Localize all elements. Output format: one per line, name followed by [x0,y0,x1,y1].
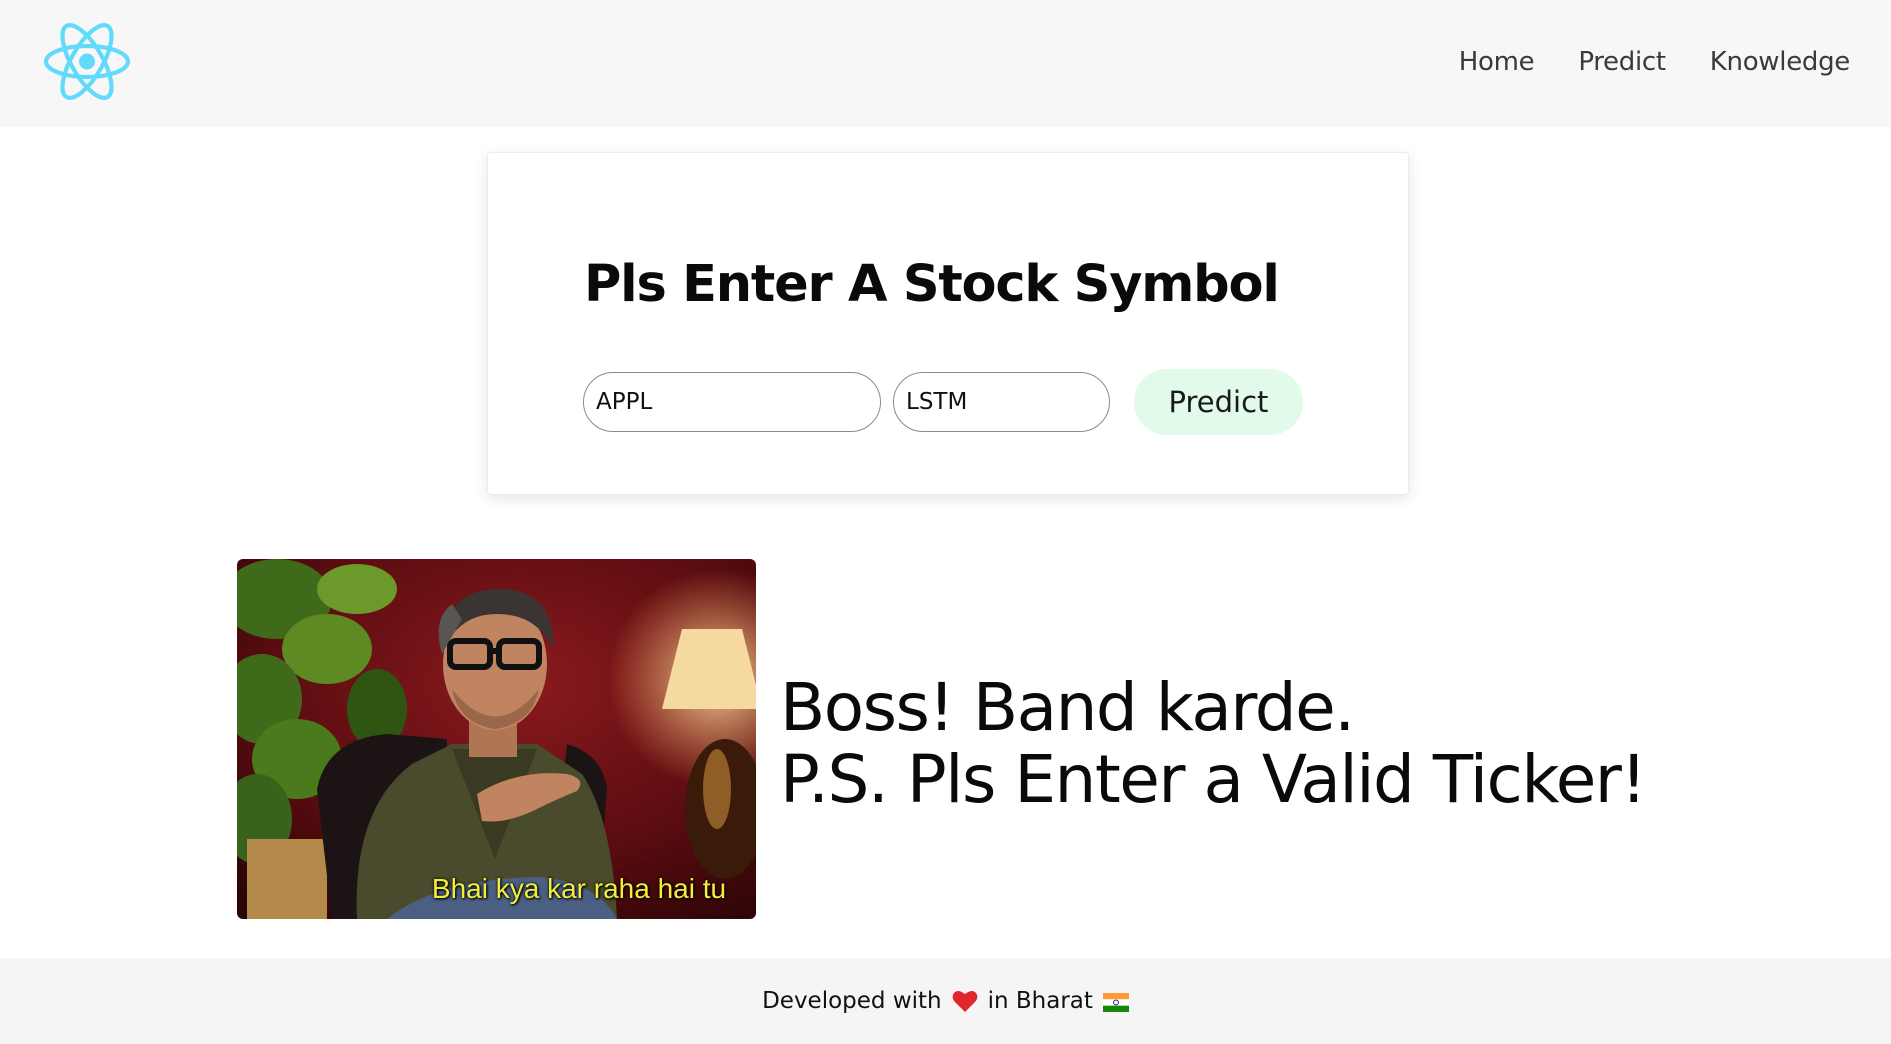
heart-icon [952,989,978,1013]
nav-links: Home Predict Knowledge [1459,44,1851,80]
predict-button[interactable]: Predict [1134,369,1303,435]
react-atom-icon[interactable] [42,20,132,103]
error-message-line-2: P.S. Pls Enter a Valid Ticker! [780,741,1647,818]
meme-caption: Bhai kya kar raha hai tu [431,873,727,904]
error-message-line-1: Boss! Band karde. [780,669,1355,746]
footer: Developed with in Bharat [0,958,1891,1044]
stock-form-card: Pls Enter A Stock Symbol Predict [487,152,1409,495]
meme-image: Bhai kya kar raha hai tu [237,559,756,919]
form-title: Pls Enter A Stock Symbol [584,255,1280,314]
india-flag-icon [1102,992,1129,1012]
nav-link-home[interactable]: Home [1459,44,1535,80]
nav-link-knowledge[interactable]: Knowledge [1710,44,1851,80]
stock-symbol-input[interactable] [583,372,881,432]
nav-link-predict[interactable]: Predict [1578,44,1666,80]
model-input[interactable] [893,372,1110,432]
navbar: Home Predict Knowledge [0,0,1891,127]
footer-text-before: Developed with [762,988,942,1014]
footer-text-after: in Bharat [987,988,1093,1014]
error-message: Boss! Band karde. P.S. Pls Enter a Valid… [780,669,1647,818]
